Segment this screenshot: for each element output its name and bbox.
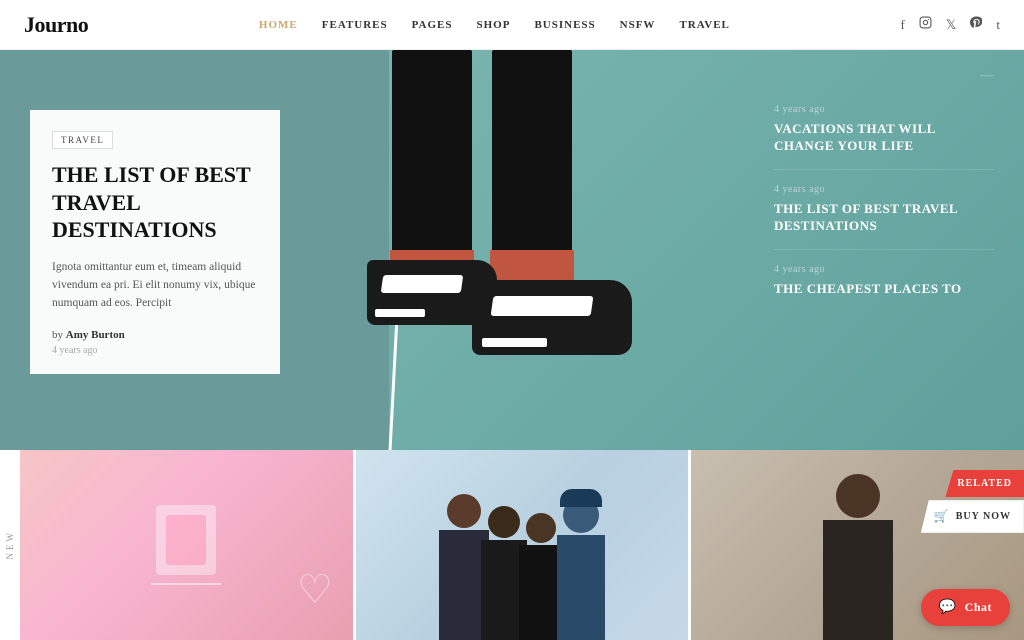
hero-title: THE LIST OF BEST TRAVEL DESTINATIONS bbox=[52, 161, 258, 244]
cap bbox=[560, 489, 602, 507]
nav-item-nsfw[interactable]: NSFW bbox=[620, 19, 656, 31]
sidebar-time-2: 4 years ago bbox=[774, 184, 994, 195]
leg-left bbox=[392, 50, 472, 270]
hero-author: by Amy Burton bbox=[52, 329, 258, 341]
logo[interactable]: Journo bbox=[24, 12, 88, 38]
buy-now-button[interactable]: 🛒 BUY NOW bbox=[921, 500, 1024, 533]
chat-button[interactable]: 💬 Chat bbox=[921, 589, 1010, 626]
product-line bbox=[151, 583, 221, 585]
hero-author-name[interactable]: Amy Burton bbox=[66, 329, 125, 341]
head-2 bbox=[488, 506, 520, 538]
ankle-right bbox=[490, 250, 574, 280]
sneaker-right bbox=[472, 280, 632, 355]
cart-icon: 🛒 bbox=[934, 509, 950, 524]
new-label: NEW bbox=[0, 450, 20, 640]
hero-time: 4 years ago bbox=[52, 345, 258, 356]
sneaker-right-stripe bbox=[491, 296, 594, 316]
card-people-inner bbox=[356, 450, 689, 640]
header: Journo HOME FEATURES PAGES SHOP BUSINESS… bbox=[0, 0, 1024, 50]
single-head bbox=[836, 474, 880, 518]
sneaker-left-sole bbox=[375, 309, 425, 317]
main-nav: HOME FEATURES PAGES SHOP BUSINESS NSFW T… bbox=[259, 19, 730, 31]
card-product[interactable]: ♡ bbox=[20, 450, 353, 640]
hero-sidebar: 4 years ago VACATIONS THAT WILL CHANGE Y… bbox=[774, 90, 994, 311]
hero-section: TRAVEL THE LIST OF BEST TRAVEL DESTINATI… bbox=[0, 50, 1024, 450]
sidebar-article-1[interactable]: 4 years ago VACATIONS THAT WILL CHANGE Y… bbox=[774, 90, 994, 170]
hero-nav-dash: — bbox=[980, 68, 996, 84]
facebook-icon[interactable]: f bbox=[901, 17, 905, 33]
sidebar-time-3: 4 years ago bbox=[774, 264, 994, 275]
sidebar-title-3: THE CHEAPEST PLACES TO bbox=[774, 281, 994, 298]
head-4 bbox=[563, 497, 599, 533]
hero-image bbox=[362, 50, 662, 450]
buy-label: BUY NOW bbox=[956, 511, 1011, 522]
twitter-icon[interactable]: 𝕏 bbox=[946, 17, 956, 33]
new-text: NEW bbox=[5, 530, 15, 560]
sneaker-left-stripe bbox=[381, 275, 464, 293]
pinterest-icon[interactable] bbox=[970, 16, 982, 33]
body-4 bbox=[557, 535, 605, 640]
single-body bbox=[823, 520, 893, 640]
nav-item-home[interactable]: HOME bbox=[259, 19, 298, 31]
sneaker-right-sole bbox=[482, 338, 547, 347]
sidebar-title-2: THE LIST OF BEST TRAVEL DESTINATIONS bbox=[774, 201, 994, 235]
heart-decoration: ♡ bbox=[297, 570, 333, 610]
tumblr-icon[interactable]: t bbox=[996, 17, 1000, 33]
nav-item-pages[interactable]: PAGES bbox=[412, 19, 453, 31]
card-people[interactable] bbox=[356, 450, 689, 640]
sidebar-time-1: 4 years ago bbox=[774, 104, 994, 115]
related-button[interactable]: RELATED bbox=[945, 470, 1024, 497]
cards-row: ♡ bbox=[20, 450, 1024, 640]
leg-right bbox=[492, 50, 572, 270]
chat-label: Chat bbox=[965, 600, 992, 615]
person-4 bbox=[557, 497, 605, 640]
social-icons: f 𝕏 t bbox=[901, 16, 1000, 33]
single-person bbox=[823, 474, 893, 640]
hero-category-badge[interactable]: TRAVEL bbox=[52, 131, 113, 149]
product-bag bbox=[156, 505, 216, 575]
sidebar-article-3[interactable]: 4 years ago THE CHEAPEST PLACES TO bbox=[774, 250, 994, 312]
hero-text-box: TRAVEL THE LIST OF BEST TRAVEL DESTINATI… bbox=[30, 110, 280, 374]
nav-item-features[interactable]: FEATURES bbox=[322, 19, 388, 31]
bag-inner bbox=[166, 515, 206, 565]
nav-item-business[interactable]: BUSINESS bbox=[534, 19, 595, 31]
head-1 bbox=[447, 494, 481, 528]
head-3 bbox=[526, 513, 556, 543]
related-label: RELATED bbox=[957, 478, 1012, 489]
card-product-inner bbox=[151, 505, 221, 585]
sidebar-article-2[interactable]: 4 years ago THE LIST OF BEST TRAVEL DEST… bbox=[774, 170, 994, 250]
sidebar-title-1: VACATIONS THAT WILL CHANGE YOUR LIFE bbox=[774, 121, 994, 155]
nav-item-shop[interactable]: SHOP bbox=[477, 19, 511, 31]
hero-excerpt: Ignota omittantur eum et, timeam aliquid… bbox=[52, 258, 258, 313]
nav-item-travel[interactable]: TRAVEL bbox=[679, 19, 729, 31]
instagram-icon[interactable] bbox=[919, 16, 932, 33]
bottom-section: NEW ♡ bbox=[0, 450, 1024, 640]
chat-icon: 💬 bbox=[939, 599, 957, 616]
